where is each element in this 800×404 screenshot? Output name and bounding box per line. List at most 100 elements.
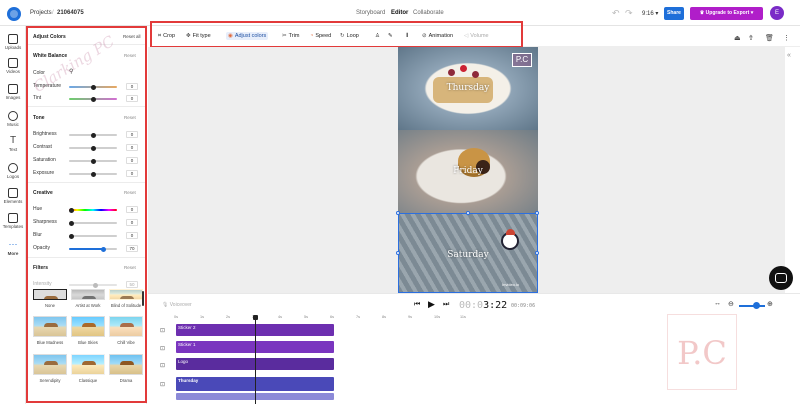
more-options-icon[interactable]: ⋮ [783, 34, 790, 42]
filter-thumb-blind-of-solitude[interactable] [109, 289, 143, 300]
project-name[interactable]: 21064075 [57, 10, 84, 16]
slider-knob[interactable] [69, 207, 74, 213]
frame-friday[interactable]: Friday [398, 130, 538, 214]
temperature-slider[interactable] [69, 84, 117, 90]
saturation-slider[interactable] [69, 158, 117, 164]
voiceover-button[interactable]: 🎙 Voiceover [162, 302, 192, 308]
tab-collaborate[interactable]: Collaborate [413, 10, 444, 16]
rail-item-videos[interactable]: Videos [0, 58, 26, 74]
aspect-ratio-selector[interactable]: 9:16 ▾ [642, 10, 658, 17]
tint-value[interactable]: 0 [126, 95, 138, 102]
saturation-value[interactable]: 0 [126, 157, 138, 164]
animation-button[interactable]: ⊘ Animation [422, 33, 453, 39]
contrast-value[interactable]: 0 [126, 144, 138, 151]
frame-thursday[interactable]: Thursday P.C [398, 47, 538, 130]
brightness-slider[interactable] [69, 132, 117, 138]
zoom-in-icon[interactable]: ⊕ [767, 300, 773, 308]
filter-thumb-artist-at-work[interactable] [71, 289, 105, 300]
tint-slider[interactable] [69, 96, 117, 102]
intensity-slider[interactable] [69, 282, 117, 288]
hue-value[interactable]: 0 [126, 206, 138, 213]
track-lock-icon[interactable]: ⊡ [160, 345, 165, 352]
slider-knob[interactable] [101, 246, 106, 252]
slider-knob[interactable] [91, 132, 96, 138]
chat-support-icon[interactable] [769, 266, 793, 290]
eyedropper-icon[interactable]: ⚲ [69, 68, 73, 75]
crop-button[interactable]: ⌗ Crop [158, 33, 175, 40]
brightness-value[interactable]: 0 [126, 131, 138, 138]
rail-item-logos[interactable]: Logos [0, 163, 26, 179]
tab-storyboard[interactable]: Storyboard [356, 10, 385, 16]
fit-width-icon[interactable]: ↔ [714, 300, 721, 307]
slider-knob[interactable] [93, 282, 98, 288]
timeline-playhead[interactable] [253, 315, 258, 404]
blur-slider[interactable] [69, 233, 117, 239]
tab-editor[interactable]: Editor [391, 10, 408, 16]
breadcrumb-projects[interactable]: Projects [30, 10, 52, 16]
person-icon[interactable]: ♙ [375, 33, 380, 39]
intensity-value[interactable]: 50 [126, 281, 138, 288]
creative-reset-button[interactable]: Reset [124, 190, 136, 195]
zoom-out-icon[interactable]: ⊖ [728, 300, 734, 308]
loop-button[interactable]: ↻ Loop [340, 33, 359, 39]
filter-thumb-drama[interactable] [109, 354, 143, 375]
play-icon[interactable]: ▶ [428, 299, 435, 310]
slider-knob[interactable] [91, 96, 96, 102]
filter-thumb-none[interactable] [33, 289, 67, 300]
filters-reset-button[interactable]: Reset [124, 265, 136, 270]
reset-all-button[interactable]: Reset all [123, 34, 141, 39]
filter-thumb-chill-vibe[interactable] [109, 316, 143, 337]
rail-item-images[interactable]: Images [0, 84, 26, 100]
fit-type-button[interactable]: ✥ Fit type [186, 33, 211, 39]
opacity-slider[interactable] [69, 246, 117, 252]
sharpness-value[interactable]: 0 [126, 219, 138, 226]
slider-knob[interactable] [91, 145, 96, 151]
adjust-colors-button[interactable]: ◉ Adjust colors [226, 32, 269, 40]
app-logo-icon[interactable] [7, 7, 21, 21]
trim-button[interactable]: ✂ Trim [282, 33, 299, 39]
upgrade-to-export-button[interactable]: ♛ Upgrade to Export ▾ [690, 7, 763, 20]
opacity-value[interactable]: 70 [126, 245, 138, 252]
cup-sticker[interactable] [501, 229, 519, 250]
filter-thumb-classique[interactable] [71, 354, 105, 375]
exposure-value[interactable]: 0 [126, 170, 138, 177]
pc-logo-overlay[interactable]: P.C [512, 53, 532, 67]
contrast-slider[interactable] [69, 145, 117, 151]
slider-knob[interactable] [91, 171, 96, 177]
filter-thumb-serendipity[interactable] [33, 354, 67, 375]
panel-scrollbar[interactable] [142, 291, 144, 306]
rail-item-elements[interactable]: Elements [0, 188, 26, 204]
volume-button[interactable]: ◁ Volume [464, 33, 489, 39]
sharpness-slider[interactable] [69, 220, 117, 226]
avatar[interactable]: E [770, 6, 784, 20]
frame-saturday[interactable]: Saturday Invideo.io [398, 214, 538, 293]
exposure-slider[interactable] [69, 171, 117, 177]
slider-knob[interactable] [69, 220, 74, 226]
collapse-panel-icon[interactable]: « [787, 52, 791, 59]
magic-wand-icon[interactable]: ✎ [388, 33, 393, 39]
temperature-value[interactable]: 0 [126, 83, 138, 90]
rail-item-text[interactable]: T Text [0, 136, 26, 153]
align-icon[interactable]: ⫴ [406, 33, 408, 40]
track-lock-icon[interactable]: ⊡ [160, 381, 165, 388]
filter-thumb-blue-skies[interactable] [71, 316, 105, 337]
share-button[interactable]: Share [664, 7, 684, 20]
redo-icon[interactable]: ↷ [625, 8, 633, 19]
white-balance-reset-button[interactable]: Reset [124, 53, 136, 58]
share-arrow-icon[interactable]: ⇮ [748, 34, 754, 42]
filter-thumb-blue-madness[interactable] [33, 316, 67, 337]
video-preview[interactable]: Thursday P.C Friday Saturday Invideo.io [398, 47, 538, 293]
rail-item-uploads[interactable]: Uploads [0, 34, 26, 50]
slider-knob[interactable] [69, 233, 74, 239]
layers-icon[interactable]: ⏏ [734, 34, 741, 42]
tone-reset-button[interactable]: Reset [124, 115, 136, 120]
skip-forward-icon[interactable]: ⏭ [443, 301, 449, 309]
blur-value[interactable]: 0 [126, 232, 138, 239]
track-lock-icon[interactable]: ⊡ [160, 327, 165, 334]
track-lock-icon[interactable]: ⊡ [160, 362, 165, 369]
rail-item-music[interactable]: Music [0, 111, 26, 127]
rail-item-templates[interactable]: Templates [0, 213, 26, 229]
slider-knob[interactable] [91, 158, 96, 164]
undo-icon[interactable]: ↶ [612, 8, 620, 19]
hue-slider[interactable] [69, 207, 117, 213]
